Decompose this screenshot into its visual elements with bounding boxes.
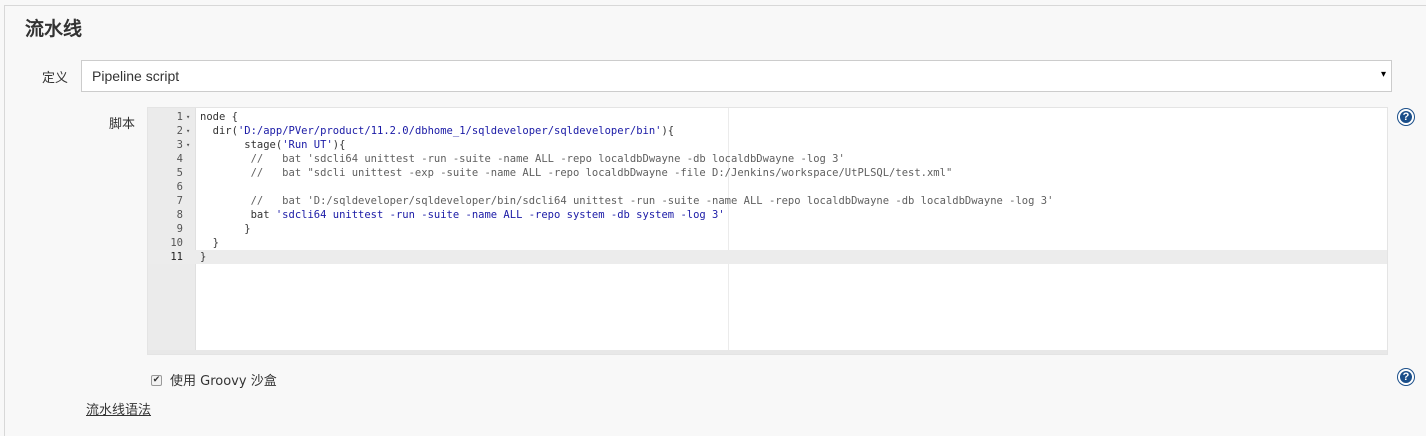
line-number: 2 [176,125,183,137]
code-line[interactable]: 3 ▾ stage('Run UT'){ [148,138,1387,152]
definition-label: 定义 [42,71,69,86]
code-line[interactable]: 9 } [148,222,1387,236]
script-label: 脚本 [109,117,136,132]
code-text: bat 'sdcli64 unittest -run -suite -name … [200,209,725,221]
pipeline-syntax-link[interactable]: 流水线语法 [86,399,151,418]
line-number: 4 [176,153,183,165]
groovy-sandbox-label: 使用 Groovy 沙盒 [170,374,277,389]
code-text: } [200,251,207,263]
code-line[interactable]: 11} [148,250,1387,264]
code-text: node { [200,111,238,123]
line-number: 3 [176,139,183,151]
code-line[interactable]: 8 bat 'sdcli64 unittest -run -suite -nam… [148,208,1387,222]
code-text: // bat 'D:/sqldeveloper/sqldeveloper/bin… [200,195,1054,207]
line-number: 1 [176,111,183,123]
section-title: 流水线 [25,18,83,40]
code-line[interactable]: 1 ▾ node { [148,110,1387,124]
sandbox-help-icon[interactable]: ? [1398,369,1414,385]
code-line[interactable]: 2 ▾ dir('D:/app/PVer/product/11.2.0/dbhom… [148,124,1387,138]
line-number: 7 [176,195,183,207]
fold-arrow-icon[interactable]: ▾ [186,110,194,124]
fold-arrow-icon[interactable]: ▾ [186,124,194,138]
code-line[interactable]: 10 } [148,236,1387,250]
section-left-border [4,5,5,436]
code-text: stage('Run UT'){ [200,139,346,151]
code-text: // bat 'sdcli64 unittest -run -suite -na… [200,153,845,165]
line-number: 6 [176,181,183,193]
code-text: } [200,223,251,235]
editor-resize-handle[interactable] [148,350,1387,354]
definition-select[interactable]: Pipeline script ▾ [81,60,1392,92]
dropdown-arrow-icon: ▾ [1380,69,1386,80]
script-editor[interactable]: 1 ▾ node {2 ▾ dir('D:/app/PVer/product/11.2… [147,107,1388,355]
code-text: // bat "sdcli unittest -exp -suite -name… [200,167,953,179]
script-help-icon[interactable]: ? [1398,109,1414,125]
code-text: dir('D:/app/PVer/product/11.2.0/dbhome_1… [200,125,675,137]
line-number: 9 [176,223,183,235]
groovy-sandbox-checkbox[interactable]: ✔ [151,375,162,386]
code-line[interactable]: 4 // bat 'sdcli64 unittest -run -suite -… [148,152,1387,166]
line-number: 11 [170,251,183,263]
code-line[interactable]: 5 // bat "sdcli unittest -exp -suite -na… [148,166,1387,180]
line-number: 5 [176,167,183,179]
code-line[interactable]: 6 [148,180,1387,194]
definition-selected-value: Pipeline script [92,68,180,84]
code-text: } [200,237,219,249]
code-line[interactable]: 7 // bat 'D:/sqldeveloper/sqldeveloper/b… [148,194,1387,208]
line-number: 8 [176,209,183,221]
section-top-border [4,0,1426,6]
fold-arrow-icon[interactable]: ▾ [186,138,194,152]
line-number: 10 [170,237,183,249]
